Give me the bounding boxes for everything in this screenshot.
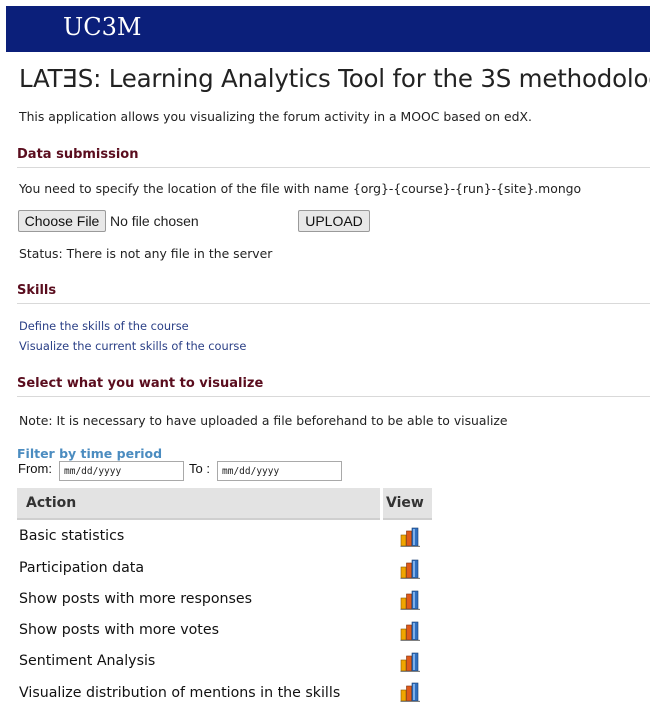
section-heading-data-submission: Data submission bbox=[17, 147, 139, 162]
intro-text: This application allows you visualizing … bbox=[19, 109, 532, 124]
server-status-text: Status: There is not any file in the ser… bbox=[19, 246, 273, 261]
upload-button[interactable]: UPLOAD bbox=[298, 210, 370, 232]
file-status-text: No file chosen bbox=[110, 213, 199, 229]
table-header-action: Action bbox=[17, 488, 380, 520]
page-title: LATƎS: Learning Analytics Tool for the 3… bbox=[19, 64, 650, 93]
section-heading-skills: Skills bbox=[17, 283, 57, 298]
filter-title: Filter by time period bbox=[17, 446, 163, 461]
table-row-label: Participation data bbox=[19, 560, 145, 576]
table-row-label: Sentiment Analysis bbox=[19, 653, 156, 669]
table-row-label: Show posts with more votes bbox=[19, 622, 219, 638]
file-instruction-text: You need to specify the location of the … bbox=[19, 181, 582, 196]
table-row-label: Basic statistics bbox=[19, 528, 125, 544]
to-label: To : bbox=[189, 461, 210, 476]
table-header-view: View bbox=[383, 488, 432, 520]
bar-chart-icon[interactable] bbox=[400, 621, 422, 641]
bar-chart-icon[interactable] bbox=[400, 682, 422, 702]
table-row-label: Show posts with more responses bbox=[19, 591, 253, 607]
from-date-input[interactable]: mm/dd/yyyy bbox=[59, 461, 184, 481]
define-skills-link[interactable]: Define the skills of the course bbox=[19, 319, 189, 333]
visualize-skills-link[interactable]: Visualize the current skills of the cour… bbox=[19, 339, 246, 353]
university-logo-text: UC3M bbox=[63, 13, 142, 41]
bar-chart-icon[interactable] bbox=[400, 652, 422, 672]
from-label: From: bbox=[18, 461, 52, 476]
bar-chart-icon[interactable] bbox=[400, 590, 422, 610]
choose-file-button[interactable]: Choose File bbox=[18, 210, 106, 232]
bar-chart-icon[interactable] bbox=[400, 527, 422, 547]
section-skills: Skills bbox=[17, 281, 650, 304]
table-row-label: Visualize distribution of mentions in th… bbox=[19, 685, 341, 701]
action-column-header: Action bbox=[26, 495, 77, 511]
section-heading-visualize: Select what you want to visualize bbox=[17, 376, 264, 391]
section-visualize: Select what you want to visualize bbox=[17, 374, 650, 397]
to-date-input[interactable]: mm/dd/yyyy bbox=[217, 461, 342, 481]
bar-chart-icon[interactable] bbox=[400, 559, 422, 579]
upload-note-text: Note: It is necessary to have uploaded a… bbox=[19, 413, 508, 428]
section-data-submission: Data submission bbox=[17, 145, 650, 168]
view-column-header: View bbox=[386, 495, 424, 511]
header-banner: UC3M bbox=[6, 6, 650, 52]
